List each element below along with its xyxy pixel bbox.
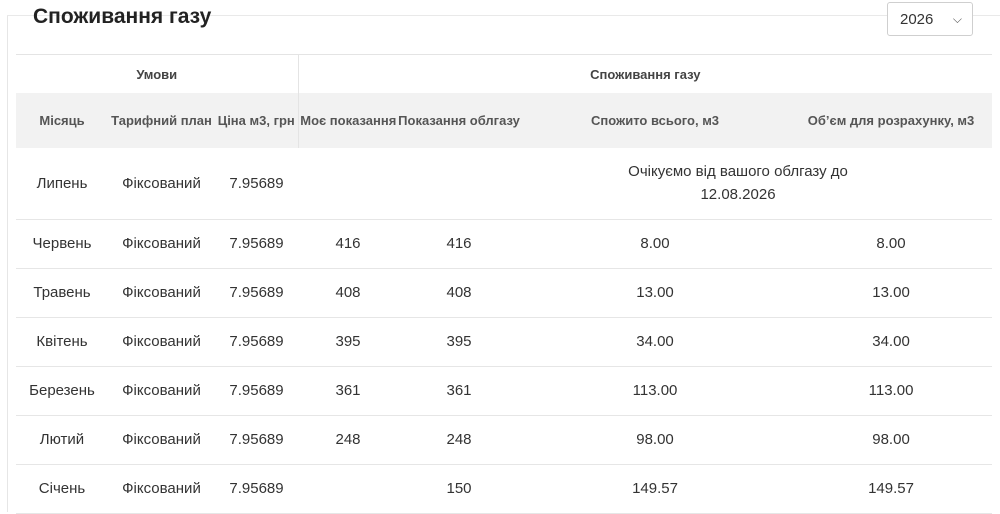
cell-month: Лютий [16,415,108,465]
cell-tariff: Фіксований [108,317,215,367]
cell-month: Квітень [16,317,108,367]
cell-month: Березень [16,366,108,416]
group-header-row: Умови Споживання газу [16,54,993,93]
cell-meter-reading: 395 [398,317,521,367]
cell-tariff: Фіксований [108,415,215,465]
cell-price: 7.95689 [215,464,299,514]
cell-my-reading: 416 [298,219,399,269]
year-select[interactable]: 2026 ⌵ [887,2,973,36]
chevron-down-icon: ⌵ [952,12,962,26]
cell-my-reading: 361 [298,366,399,416]
cell-tariff: Фіксований [108,464,215,514]
cell-total: 149.57 [520,464,791,514]
table-row: Лютий Фіксований 7.95689 248 248 98.00 9… [16,415,993,465]
cell-total: 113.00 [520,366,791,416]
col-volume: Об’єм для розрахунку, м3 [790,93,993,148]
table-row: Липень Фіксований 7.95689 Очікуємо від в… [16,148,993,220]
col-meter-reading: Показання облгазу [398,93,521,148]
cell-month: Січень [16,464,108,514]
cell-price: 7.95689 [215,268,299,318]
cell-month: Травень [16,268,108,318]
group-conditions: Умови [16,54,299,93]
col-price: Ціна м3, грн [215,93,299,148]
cell-tariff: Фіксований [108,148,215,220]
cell-total: 13.00 [520,268,791,318]
cell-meter-reading: 408 [398,268,521,318]
cell-month: Липень [16,148,108,220]
table-row: Квітень Фіксований 7.95689 395 395 34.00… [16,317,993,367]
pending-text: Очікуємо від вашого облгазу до 12.08.202… [628,163,848,204]
cell-my-reading [298,464,399,514]
cell-total: 34.00 [520,317,791,367]
cell-volume: 113.00 [790,366,993,416]
pending-message: Очікуємо від вашого облгазу до 12.08.202… [398,148,993,220]
page-title: Споживання газу [33,5,212,28]
cell-meter-reading: 416 [398,219,521,269]
cell-tariff: Фіксований [108,219,215,269]
column-header-row: Місяць Тарифний план Ціна м3, грн Моє по… [16,93,993,148]
gas-consumption-table: Умови Споживання газу Місяць Тарифний пл… [16,54,993,514]
cell-price: 7.95689 [215,148,299,220]
year-select-value: 2026 [900,10,934,28]
cell-my-reading: 408 [298,268,399,318]
cell-my-reading [298,148,399,220]
cell-my-reading: 248 [298,415,399,465]
cell-total: 98.00 [520,415,791,465]
table-row: Березень Фіксований 7.95689 361 361 113.… [16,366,993,416]
col-month: Місяць [16,93,108,148]
col-tariff: Тарифний план [108,93,215,148]
cell-volume: 34.00 [790,317,993,367]
cell-meter-reading: 150 [398,464,521,514]
col-total: Спожито всього, м3 [520,93,791,148]
card-left-border [7,16,8,512]
cell-meter-reading: 361 [398,366,521,416]
group-consumption: Споживання газу [298,54,993,93]
cell-meter-reading: 248 [398,415,521,465]
cell-volume: 13.00 [790,268,993,318]
cell-tariff: Фіксований [108,268,215,318]
col-my-reading: Моє показання [298,93,399,148]
cell-volume: 149.57 [790,464,993,514]
cell-price: 7.95689 [215,415,299,465]
cell-volume: 8.00 [790,219,993,269]
cell-tariff: Фіксований [108,366,215,416]
table-row: Травень Фіксований 7.95689 408 408 13.00… [16,268,993,318]
cell-volume: 98.00 [790,415,993,465]
table-row: Січень Фіксований 7.95689 150 149.57 149… [16,464,993,514]
cell-price: 7.95689 [215,317,299,367]
cell-price: 7.95689 [215,366,299,416]
cell-my-reading: 395 [298,317,399,367]
cell-price: 7.95689 [215,219,299,269]
cell-total: 8.00 [520,219,791,269]
cell-month: Червень [16,219,108,269]
table-row: Червень Фіксований 7.95689 416 416 8.00 … [16,219,993,269]
